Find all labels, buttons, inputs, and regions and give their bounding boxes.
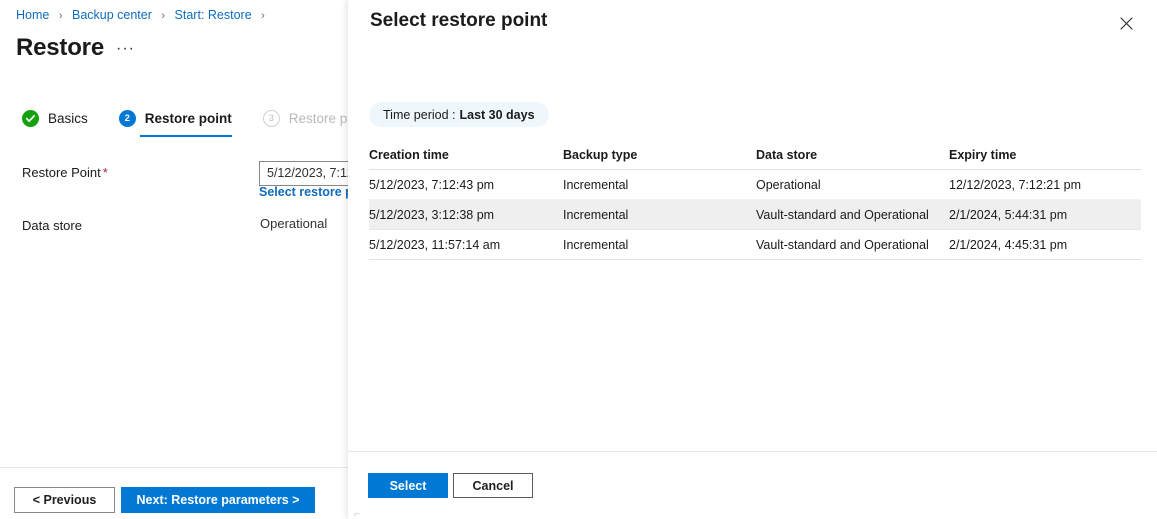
cell-creation-time: 5/12/2023, 7:12:43 pm: [369, 178, 495, 192]
wizard-step-basics[interactable]: Basics: [22, 110, 102, 127]
breadcrumb-separator-icon: ›: [58, 10, 63, 22]
step-number-badge: 3: [262, 110, 280, 127]
breadcrumb-item-start-restore[interactable]: Start: Restore: [175, 8, 252, 22]
next-restore-parameters-button[interactable]: Next: Restore parameters >: [121, 487, 315, 513]
step-number-badge: 2: [118, 110, 136, 127]
cell-creation-time: 5/12/2023, 3:12:38 pm: [369, 208, 495, 222]
data-store-value: Operational: [260, 216, 328, 231]
dialog-title: Select restore point: [370, 10, 548, 31]
time-period-filter-value: Last 30 days: [459, 107, 535, 122]
cell-data-store: Operational: [756, 178, 821, 192]
column-header-creation-time[interactable]: Creation time: [369, 148, 449, 162]
column-header-data-store[interactable]: Data store: [756, 148, 817, 162]
select-restore-point-dialog: Select restore point Time period : Last …: [348, 0, 1157, 519]
data-store-label: Data store: [22, 218, 82, 233]
cell-backup-type: Incremental: [563, 208, 629, 222]
previous-button[interactable]: < Previous: [14, 487, 115, 513]
wizard-step-restore-point[interactable]: 2 Restore point: [102, 110, 246, 137]
table-header-row: Creation time Backup type Data store Exp…: [369, 142, 1141, 170]
table-row[interactable]: 5/12/2023, 7:12:43 pm Incremental Operat…: [369, 170, 1141, 200]
column-header-expiry-time[interactable]: Expiry time: [949, 148, 1016, 162]
cell-creation-time: 5/12/2023, 11:57:14 am: [369, 238, 501, 252]
breadcrumb: Home › Backup center › Start: Restore ›: [16, 8, 271, 22]
close-icon[interactable]: [1115, 12, 1137, 34]
restore-point-label: Restore Point *: [22, 165, 108, 180]
cell-backup-type: Incremental: [563, 238, 629, 252]
breadcrumb-item-home[interactable]: Home: [16, 8, 49, 22]
cell-backup-type: Incremental: [563, 178, 629, 192]
cell-expiry-time: 12/12/2023, 7:12:21 pm: [949, 178, 1082, 192]
required-marker: *: [102, 165, 108, 180]
app-root: Home › Backup center › Start: Restore › …: [0, 0, 1157, 519]
check-icon: [22, 110, 39, 127]
column-header-backup-type[interactable]: Backup type: [563, 148, 637, 162]
restore-points-table: Creation time Backup type Data store Exp…: [369, 142, 1141, 260]
breadcrumb-item-backup-center[interactable]: Backup center: [72, 8, 152, 22]
restore-point-label-text: Restore Point: [22, 165, 101, 180]
cancel-button[interactable]: Cancel: [453, 473, 533, 498]
dialog-resize-handle[interactable]: ⌐: [354, 509, 360, 519]
more-actions-button[interactable]: ···: [116, 40, 135, 58]
breadcrumb-separator-icon: ›: [261, 10, 265, 22]
cell-data-store: Vault-standard and Operational: [756, 208, 929, 222]
dialog-footer-divider: [348, 451, 1157, 452]
table-row[interactable]: 5/12/2023, 3:12:38 pm Incremental Vault-…: [369, 200, 1141, 230]
time-period-filter-label: Time period :: [383, 107, 456, 122]
wizard-step-label: Basics: [48, 111, 88, 126]
cell-expiry-time: 2/1/2024, 4:45:31 pm: [949, 238, 1068, 252]
select-button[interactable]: Select: [368, 473, 448, 498]
cell-data-store: Vault-standard and Operational: [756, 238, 929, 252]
active-step-underline: [139, 135, 232, 137]
page-title: Restore: [16, 34, 104, 61]
cell-expiry-time: 2/1/2024, 5:44:31 pm: [949, 208, 1068, 222]
table-row[interactable]: 5/12/2023, 11:57:14 am Incremental Vault…: [369, 230, 1141, 260]
wizard-step-label: Restore point: [144, 111, 232, 126]
time-period-filter-pill[interactable]: Time period : Last 30 days: [369, 102, 549, 127]
breadcrumb-separator-icon: ›: [161, 10, 166, 22]
